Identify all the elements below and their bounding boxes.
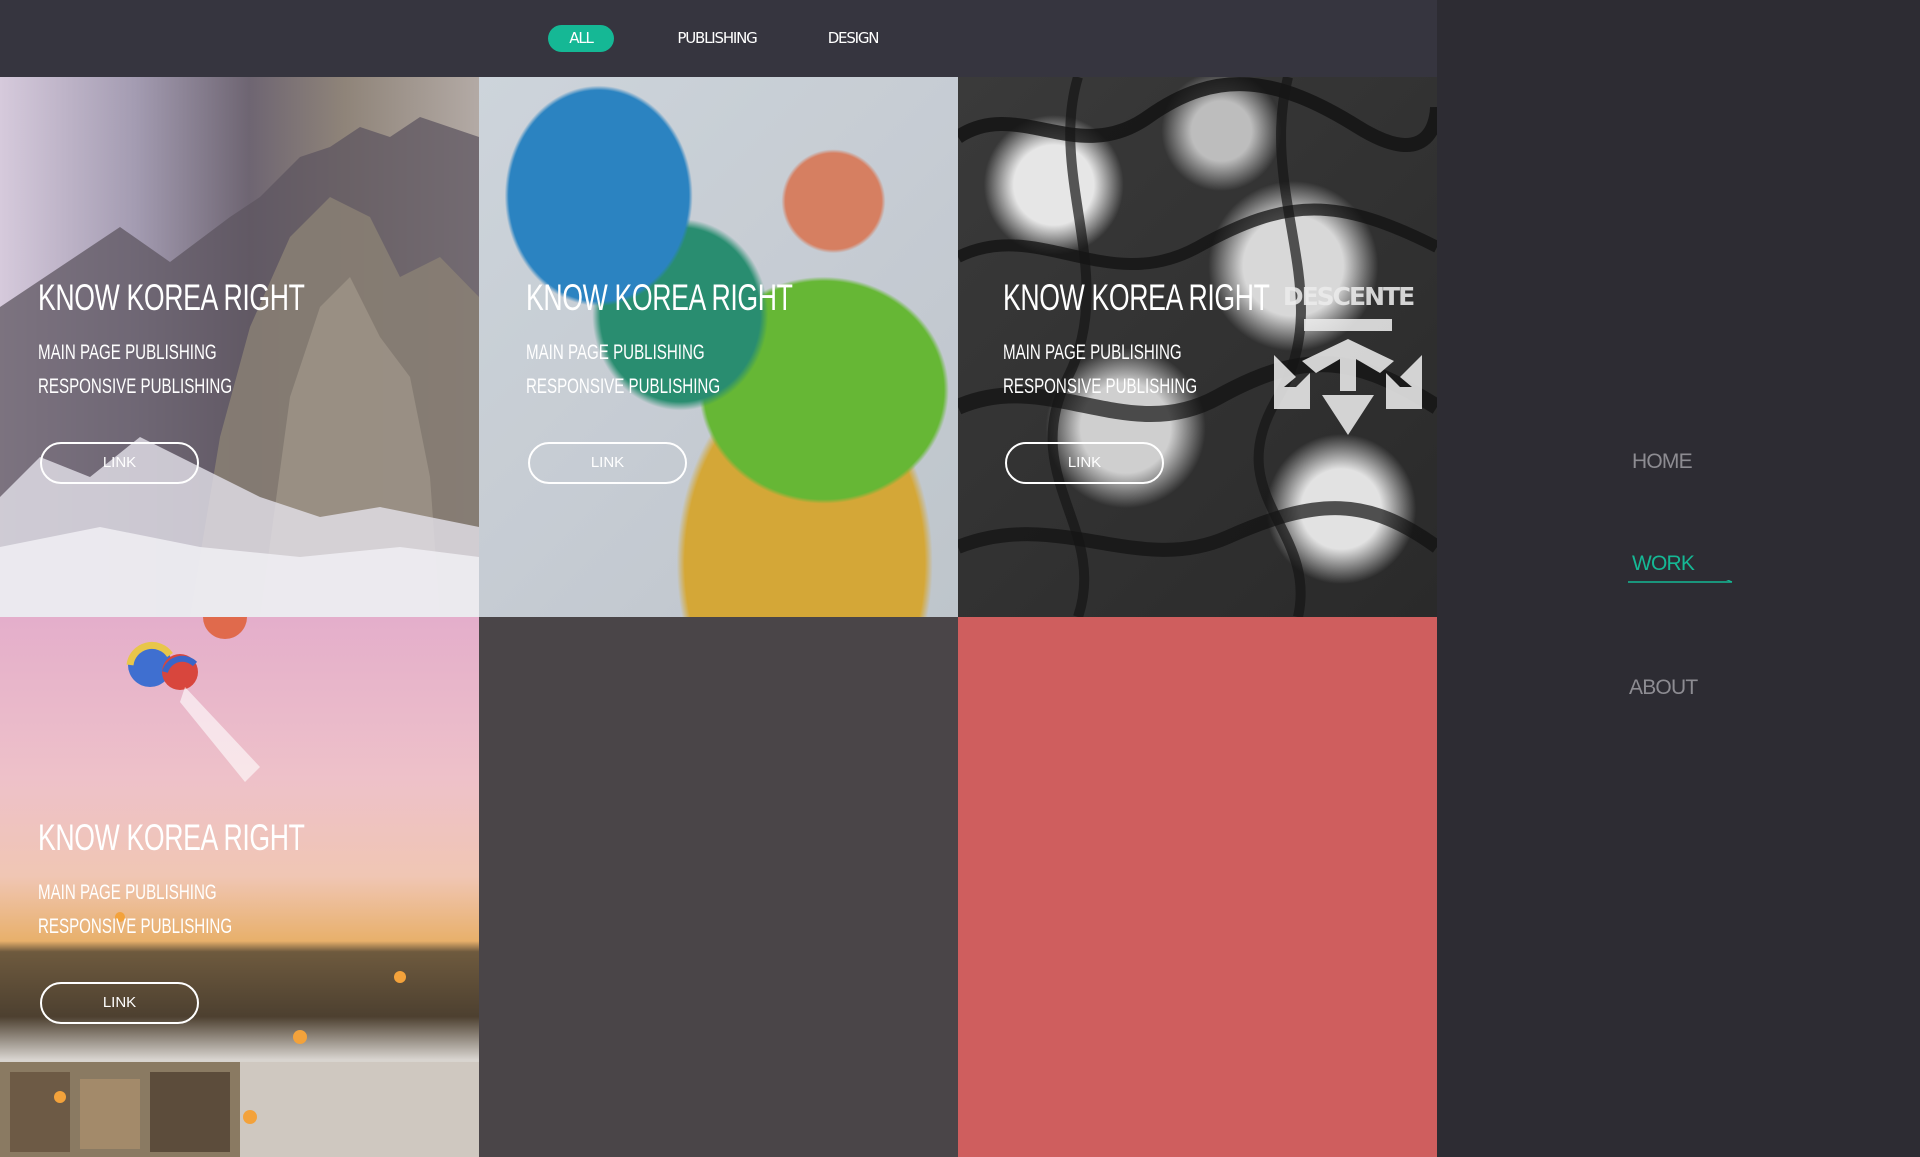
tile-link-button[interactable]: LINK	[528, 442, 687, 484]
tile-subtitle-responsive: RESPONSIVE PUBLISHING	[526, 375, 721, 398]
portfolio-tile-3[interactable]: KNOW KOREA RIGHT MAIN PAGE PUBLISHING RE…	[958, 77, 1437, 617]
nav-work-link[interactable]: WORK	[1632, 552, 1695, 576]
tile-link-button[interactable]: LINK	[40, 442, 199, 484]
nav-active-arrow-icon	[1628, 580, 1733, 583]
tile-link-button[interactable]: LINK	[1005, 442, 1164, 484]
tile-subtitle-main: MAIN PAGE PUBLISHING	[526, 341, 705, 364]
tile-subtitle-main: MAIN PAGE PUBLISHING	[1003, 341, 1182, 364]
portfolio-tile-2[interactable]: KNOW KOREA RIGHT MAIN PAGE PUBLISHING RE…	[479, 77, 958, 617]
tile-subtitle-responsive: RESPONSIVE PUBLISHING	[38, 915, 233, 938]
portfolio-tile-6[interactable]	[958, 617, 1437, 1157]
tile-subtitle-responsive: RESPONSIVE PUBLISHING	[1003, 375, 1198, 398]
descente-logo: DESCENTE	[1274, 282, 1422, 446]
nav-home-link[interactable]: HOME	[1632, 450, 1693, 474]
filter-all-button[interactable]: ALL	[548, 25, 614, 52]
filter-bar: ALL PUBLISHING DESIGN	[0, 0, 1437, 77]
portfolio-tile-5[interactable]	[479, 617, 958, 1157]
tile-title: KNOW KOREA RIGHT	[1003, 277, 1270, 318]
descente-logo-text: DESCENTE	[1282, 282, 1415, 311]
tile-title: KNOW KOREA RIGHT	[526, 277, 793, 318]
nav-about-link[interactable]: ABOUT	[1629, 676, 1698, 700]
tile-link-button[interactable]: LINK	[40, 982, 199, 1024]
filter-publishing-button[interactable]: PUBLISHING	[670, 25, 764, 52]
tile-title: KNOW KOREA RIGHT	[38, 817, 305, 858]
filter-design-button[interactable]: DESIGN	[822, 25, 884, 52]
descente-arrows-icon	[1274, 319, 1422, 435]
tile-subtitle-main: MAIN PAGE PUBLISHING	[38, 341, 217, 364]
tile-subtitle-main: MAIN PAGE PUBLISHING	[38, 881, 217, 904]
portfolio-tile-4[interactable]: KNOW KOREA RIGHT MAIN PAGE PUBLISHING RE…	[0, 617, 479, 1157]
tile-title: KNOW KOREA RIGHT	[38, 277, 305, 318]
tile-subtitle-responsive: RESPONSIVE PUBLISHING	[38, 375, 233, 398]
portfolio-tile-1[interactable]: KNOW KOREA RIGHT MAIN PAGE PUBLISHING RE…	[0, 77, 479, 617]
